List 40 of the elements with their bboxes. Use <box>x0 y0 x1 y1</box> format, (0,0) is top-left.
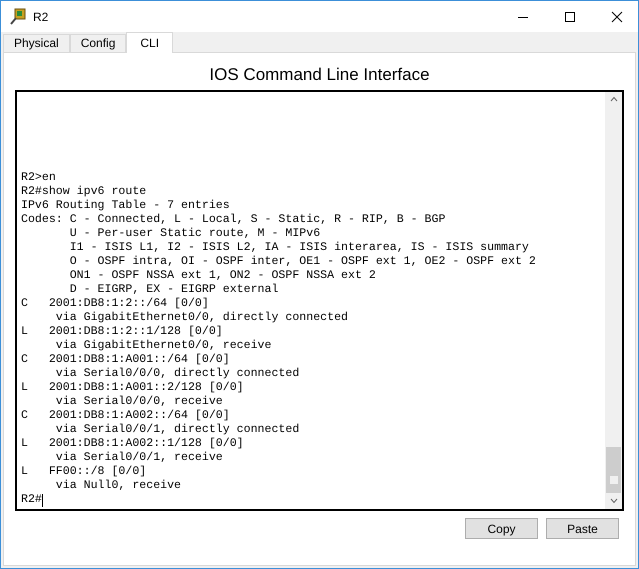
terminal-line: R2#show ipv6 route <box>21 185 146 199</box>
scroll-up-icon[interactable] <box>610 96 618 102</box>
terminal-line: D - EIGRP, EX - EIGRP external <box>68 283 278 297</box>
terminal-line: L 2001:DB8:1:2::1/128 [0/0] <box>21 325 223 339</box>
terminal-line: via Serial0/0/1, directly connected <box>54 423 300 437</box>
tab[interactable]: Physical <box>3 34 70 52</box>
action-button[interactable]: Paste <box>546 518 619 539</box>
scroll-down-icon[interactable] <box>610 498 618 504</box>
terminal-line: I1 - ISIS L1, I2 - ISIS L2, IA - ISIS interarea, IS - ISIS summary <box>68 241 529 255</box>
terminal-line: C 2001:DB8:1:2::/64 [0/0] <box>21 297 209 311</box>
terminal-line: via Serial0/0/0, directly connected <box>54 367 300 381</box>
window-title: R2 <box>33 8 48 26</box>
scrollbar[interactable] <box>605 92 622 509</box>
terminal-prompt: R2# <box>21 493 42 507</box>
text-cursor <box>42 494 43 506</box>
terminal-line: Codes: C - Connected, L - Local, S - Static, R - RIP, B - BGP <box>21 213 446 227</box>
terminal-line: R2>en <box>21 171 56 185</box>
terminal[interactable] <box>15 90 624 511</box>
tab[interactable]: Config <box>70 34 126 52</box>
terminal-line: IPv6 Routing Table - 7 entries <box>21 199 230 213</box>
terminal-line: U - Per-user Static route, M - MIPv6 <box>68 227 320 241</box>
terminal-line: L FF00::/8 [0/0] <box>21 465 146 479</box>
terminal-line: C 2001:DB8:1:A002::/64 [0/0] <box>21 409 230 423</box>
terminal-line: via GigabitEthernet0/0, directly connected <box>54 311 348 325</box>
scroll-thumb[interactable] <box>606 447 621 493</box>
terminal-line: via Null0, receive <box>54 479 182 493</box>
terminal-line: O - OSPF intra, OI - OSPF inter, OE1 - OSPF ext 1, OE2 - OSPF ext 2 <box>68 255 536 269</box>
terminal-line: C 2001:DB8:1:A001::/64 [0/0] <box>21 353 230 367</box>
section-heading: IOS Command Line Interface <box>208 64 431 86</box>
terminal-line: L 2001:DB8:1:A002::1/128 [0/0] <box>21 437 244 451</box>
terminal-line: L 2001:DB8:1:A001::2/128 [0/0] <box>21 381 244 395</box>
close-icon[interactable] <box>611 10 623 22</box>
router-icon <box>9 8 27 26</box>
terminal-line: via GigabitEthernet0/0, receive <box>54 339 272 353</box>
maximize-icon[interactable] <box>564 10 576 22</box>
terminal-line: via Serial0/0/1, receive <box>54 451 223 465</box>
terminal-line: via Serial0/0/0, receive <box>54 395 223 409</box>
action-button[interactable]: Copy <box>465 518 538 539</box>
terminal-line: ON1 - OSPF NSSA ext 1, ON2 - OSPF NSSA ext 2 <box>68 269 376 283</box>
tab[interactable]: CLI <box>126 32 174 53</box>
